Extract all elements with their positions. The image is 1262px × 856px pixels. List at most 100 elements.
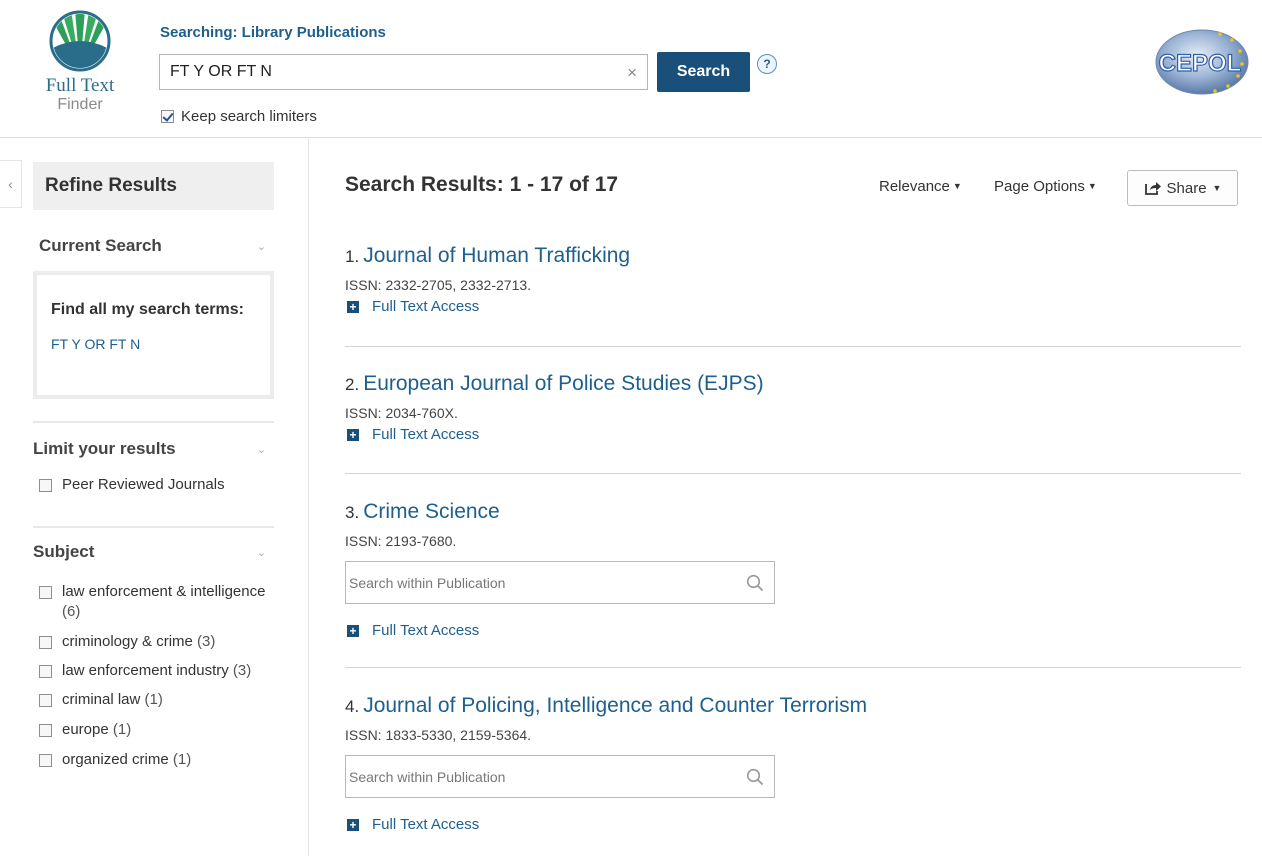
caret-down-icon: ▼ <box>1087 181 1097 191</box>
publication-search-box <box>345 755 775 798</box>
share-label: Share <box>1166 179 1207 197</box>
peer-reviewed-label: Peer Reviewed Journals <box>62 476 225 493</box>
subject-item[interactable]: organized crime (1) <box>33 750 274 770</box>
subject-checkbox[interactable] <box>39 694 52 707</box>
subject-label: criminology & crime (3) <box>62 633 216 650</box>
full-text-finder-logo-icon <box>49 10 111 72</box>
result-item: 1. Journal of Human Trafficking ISSN: 233… <box>345 244 1241 315</box>
sort-label: Relevance <box>879 178 950 195</box>
full-text-access-toggle[interactable]: + Full Text Access <box>345 298 1241 315</box>
peer-reviewed-checkbox[interactable] <box>39 479 52 492</box>
subject-label: law enforcement industry (3) <box>62 662 252 679</box>
current-search-title[interactable]: Current Search <box>33 236 274 256</box>
subject-checkbox[interactable] <box>39 636 52 649</box>
result-divider <box>345 346 1241 347</box>
help-icon[interactable]: ? <box>757 54 777 74</box>
refine-sidebar: Refine Results Current Search ⌄ Find all… <box>33 162 274 770</box>
subject-item[interactable]: criminal law (1) <box>33 690 274 710</box>
subject-label: europe (1) <box>62 721 132 738</box>
subject-item[interactable]: law enforcement industry (3) <box>33 661 274 681</box>
sidebar-collapse-toggle[interactable]: ‹ <box>0 160 22 208</box>
subject-checkbox[interactable] <box>39 586 52 599</box>
caret-down-icon: ▼ <box>952 181 962 191</box>
current-search-term[interactable]: FT Y OR FT N <box>51 336 256 352</box>
publication-search-box <box>345 561 775 604</box>
full-text-access-toggle[interactable]: + Full Text Access <box>345 816 1241 833</box>
keep-limiters-label: Keep search limiters <box>181 108 317 125</box>
result-divider <box>345 473 1241 474</box>
subject-label: organized crime (1) <box>62 751 192 768</box>
limit-item-peer-reviewed[interactable]: Peer Reviewed Journals <box>33 475 274 495</box>
clear-icon[interactable]: × <box>627 63 637 83</box>
full-text-access-label: Full Text Access <box>372 298 480 315</box>
result-issn: ISSN: 2332-2705, 2332-2713. <box>345 277 532 293</box>
subject-checkbox[interactable] <box>39 754 52 767</box>
refine-results-heading: Refine Results <box>33 162 274 210</box>
header: Full Text Finder Searching: Library Publ… <box>0 0 1262 138</box>
result-title: 4. Journal of Policing, Intelligence and … <box>345 694 1241 718</box>
result-title-link[interactable]: Journal of Human Trafficking <box>363 244 630 267</box>
subject-checkbox[interactable] <box>39 724 52 737</box>
subject-item[interactable]: criminology & crime (3) <box>33 632 274 652</box>
search-within-publication-input[interactable] <box>346 562 736 603</box>
keep-limiters-checkbox[interactable] <box>161 110 174 123</box>
sort-dropdown[interactable]: Relevance ▼ <box>879 178 962 195</box>
plus-icon: + <box>347 300 359 313</box>
share-icon <box>1144 182 1161 195</box>
full-text-access-toggle[interactable]: + Full Text Access <box>345 426 1241 443</box>
keep-limiters-row: Keep search limiters <box>161 108 317 125</box>
search-results-title: Search Results: 1 - 17 of 17 <box>345 173 619 196</box>
section-divider <box>33 526 274 528</box>
plus-icon: + <box>347 624 359 637</box>
result-number: 1. <box>345 247 360 266</box>
result-title-link[interactable]: Journal of Policing, Intelligence and Co… <box>363 694 867 717</box>
result-title: 2. European Journal of Police Studies (EJ… <box>345 372 1241 396</box>
chevron-down-icon[interactable]: ⌄ <box>257 240 266 253</box>
search-button[interactable]: Search <box>657 52 750 92</box>
result-issn: ISSN: 1833-5330, 2159-5364. <box>345 727 532 743</box>
full-text-access-label: Full Text Access <box>372 426 480 443</box>
full-text-access-toggle[interactable]: + Full Text Access <box>345 622 1241 639</box>
result-item: 4. Journal of Policing, Intelligence and … <box>345 694 1241 833</box>
chevron-down-icon[interactable]: ⌄ <box>257 443 266 456</box>
logo-text-line1: Full Text <box>45 75 115 96</box>
search-input[interactable] <box>160 55 600 89</box>
search-icon[interactable] <box>746 768 764 786</box>
plus-icon: + <box>347 818 359 831</box>
subject-label: law enforcement & intelligence (6) <box>62 583 266 620</box>
caret-down-icon: ▼ <box>1212 183 1222 193</box>
search-within-publication-input[interactable] <box>346 756 736 797</box>
subject-item[interactable]: europe (1) <box>33 720 274 740</box>
full-text-access-label: Full Text Access <box>372 622 480 639</box>
result-title-link[interactable]: Crime Science <box>363 500 500 523</box>
find-all-label: Find all my search terms: <box>51 301 244 318</box>
current-search-box: Find all my search terms: FT Y OR FT N <box>33 271 274 399</box>
result-issn: ISSN: 2193-7680. <box>345 533 457 549</box>
section-divider <box>33 421 274 423</box>
plus-icon: + <box>347 428 359 441</box>
searching-label: Searching: Library Publications <box>160 24 386 41</box>
result-item: 2. European Journal of Police Studies (EJ… <box>345 372 1241 443</box>
result-issn: ISSN: 2034-760X. <box>345 405 458 421</box>
chevron-down-icon[interactable]: ⌄ <box>257 546 266 559</box>
page-options-dropdown[interactable]: Page Options ▼ <box>994 178 1097 195</box>
subject-checkbox[interactable] <box>39 665 52 678</box>
sidebar-divider <box>308 138 309 856</box>
result-number: 3. <box>345 503 360 522</box>
subject-section: Subject ⌄ law enforcement & intelligence… <box>33 542 274 770</box>
cepol-logo-text: CEPOL <box>1159 50 1242 77</box>
full-text-finder-logo[interactable]: Full Text Finder <box>30 10 130 114</box>
result-title: 3. Crime Science <box>345 500 1241 524</box>
current-search-section: Current Search ⌄ Find all my search term… <box>33 236 274 399</box>
subject-item[interactable]: law enforcement & intelligence (6) <box>33 582 274 622</box>
logo-text-line2: Finder <box>57 96 103 113</box>
share-button[interactable]: Share ▼ <box>1127 170 1238 206</box>
result-title: 1. Journal of Human Trafficking <box>345 244 1241 268</box>
limit-results-title[interactable]: Limit your results <box>33 439 274 459</box>
search-icon[interactable] <box>746 574 764 592</box>
search-box: × <box>159 54 648 90</box>
result-title-link[interactable]: European Journal of Police Studies (EJPS… <box>363 372 763 395</box>
result-divider <box>345 667 1241 668</box>
full-text-access-label: Full Text Access <box>372 816 480 833</box>
subject-title[interactable]: Subject <box>33 542 274 562</box>
